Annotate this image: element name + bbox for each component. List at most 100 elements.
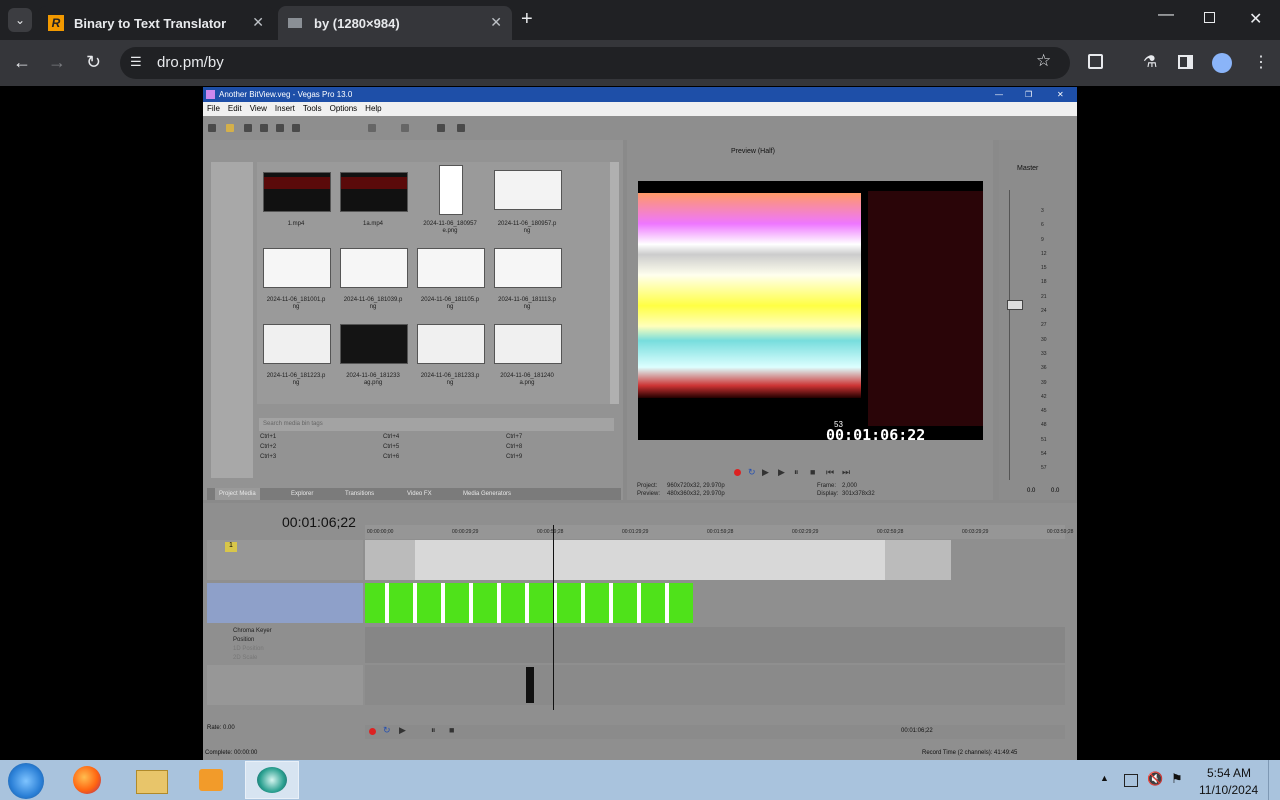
show-desktop-button[interactable] bbox=[1268, 760, 1280, 800]
video-clip-cursors[interactable] bbox=[365, 583, 693, 623]
shortcut-label[interactable]: Ctrl+4 bbox=[383, 434, 399, 440]
network-icon[interactable] bbox=[1124, 774, 1138, 787]
go-to-end-icon[interactable]: ⏭ bbox=[842, 467, 850, 478]
undo-icon[interactable] bbox=[368, 124, 376, 132]
menu-options[interactable]: Options bbox=[330, 104, 358, 113]
time-ruler[interactable]: 00:00:00;00 00:00:29;29 00:00:59;28 00:0… bbox=[365, 525, 1073, 539]
small-clip[interactable] bbox=[526, 667, 534, 703]
new-project-icon[interactable] bbox=[208, 124, 216, 132]
record-icon[interactable] bbox=[369, 728, 376, 735]
bookmark-star-icon[interactable]: ☆ bbox=[1036, 51, 1051, 71]
track-lane-1[interactable] bbox=[365, 540, 951, 580]
start-button[interactable] bbox=[8, 763, 44, 799]
menu-view[interactable]: View bbox=[250, 104, 267, 113]
fader-handle[interactable] bbox=[1007, 300, 1023, 310]
playhead-line[interactable] bbox=[553, 525, 554, 710]
media-thumb[interactable] bbox=[340, 324, 408, 364]
reload-icon[interactable]: ↻ bbox=[86, 52, 101, 73]
pause-icon[interactable]: ⏸ bbox=[431, 725, 436, 736]
shortcut-label[interactable]: Ctrl+6 bbox=[383, 454, 399, 460]
minimize-icon[interactable]: — bbox=[1158, 6, 1174, 24]
shortcut-label[interactable]: Ctrl+3 bbox=[260, 454, 276, 460]
media-thumb[interactable] bbox=[494, 324, 562, 364]
clock-date[interactable]: 11/10/2024 bbox=[1199, 783, 1258, 797]
play-icon[interactable]: ▶ bbox=[778, 467, 785, 478]
back-arrow-icon[interactable]: ← bbox=[13, 52, 31, 73]
site-settings-icon[interactable]: ☰ bbox=[130, 54, 142, 70]
tab-transitions[interactable]: Transitions bbox=[345, 488, 374, 500]
tab-explorer[interactable]: Explorer bbox=[291, 488, 313, 500]
tab-media-generators[interactable]: Media Generators bbox=[463, 488, 511, 500]
fx-line[interactable]: 1D Position bbox=[233, 645, 363, 654]
media-thumb[interactable] bbox=[439, 165, 463, 215]
save-as-icon[interactable] bbox=[260, 124, 268, 132]
shortcut-label[interactable]: Ctrl+7 bbox=[506, 434, 522, 440]
media-thumb[interactable] bbox=[340, 172, 408, 212]
track-lane-3[interactable] bbox=[365, 665, 1065, 705]
record-icon[interactable] bbox=[734, 469, 741, 476]
tray-overflow-icon[interactable]: ▲ bbox=[1100, 773, 1109, 783]
window-close-icon[interactable]: ✕ bbox=[1249, 9, 1262, 29]
tab-video-fx[interactable]: Video FX bbox=[407, 488, 432, 500]
preview-mode-select[interactable]: Preview (Half) bbox=[731, 148, 775, 155]
preview-frame[interactable]: 53 00:01:06;22 bbox=[638, 181, 983, 440]
shortcut-label[interactable]: Ctrl+9 bbox=[506, 454, 522, 460]
menu-edit[interactable]: Edit bbox=[228, 104, 242, 113]
address-bar[interactable]: ☰ dro.pm/by ☆ bbox=[120, 47, 1070, 79]
media-thumb[interactable] bbox=[417, 248, 485, 288]
redo-icon[interactable] bbox=[401, 124, 409, 132]
vegas-close-icon[interactable]: ✕ bbox=[1057, 87, 1064, 102]
volume-muted-icon[interactable]: 🔇 bbox=[1147, 771, 1163, 787]
fx-line[interactable]: 2D Scale bbox=[233, 654, 363, 663]
side-panel-icon[interactable] bbox=[1178, 55, 1193, 69]
volume-fader[interactable] bbox=[1009, 190, 1028, 480]
envelope-lane[interactable] bbox=[365, 627, 1065, 663]
close-icon[interactable]: ✕ bbox=[252, 14, 264, 31]
taskbar-explorer[interactable] bbox=[124, 761, 178, 799]
track-header-3[interactable] bbox=[207, 665, 363, 705]
go-to-start-icon[interactable]: ⏮ bbox=[826, 467, 834, 478]
media-thumb[interactable] bbox=[263, 172, 331, 212]
forward-arrow-icon[interactable]: → bbox=[48, 52, 66, 73]
settings-gear-icon[interactable] bbox=[437, 124, 445, 132]
loop-icon[interactable]: ↻ bbox=[748, 467, 756, 478]
media-thumb[interactable] bbox=[494, 248, 562, 288]
clock-time[interactable]: 5:54 AM bbox=[1207, 766, 1251, 780]
media-thumb[interactable] bbox=[417, 324, 485, 364]
taskbar-vegas-active[interactable] bbox=[245, 761, 299, 799]
media-scrollbar[interactable] bbox=[610, 162, 619, 404]
taskbar-firefox[interactable] bbox=[61, 761, 115, 799]
menu-insert[interactable]: Insert bbox=[275, 104, 295, 113]
properties-icon[interactable] bbox=[292, 124, 300, 132]
close-icon[interactable]: ✕ bbox=[490, 14, 502, 31]
action-center-flag-icon[interactable]: ⚑ bbox=[1171, 771, 1183, 787]
vegas-minimize-icon[interactable]: — bbox=[995, 87, 1003, 102]
extensions-puzzle-icon[interactable] bbox=[1088, 54, 1103, 69]
shortcut-label[interactable]: Ctrl+1 bbox=[260, 434, 276, 440]
media-search-input[interactable]: Search media bin tags bbox=[259, 418, 614, 431]
fx-line[interactable]: Chroma Keyer bbox=[233, 627, 363, 636]
shortcut-label[interactable]: Ctrl+8 bbox=[506, 444, 522, 450]
tab-project-media[interactable]: Project Media bbox=[215, 488, 260, 500]
open-folder-icon[interactable] bbox=[226, 124, 234, 132]
help-icon[interactable] bbox=[457, 124, 465, 132]
tab-binary-translator[interactable]: R Binary to Text Translator ✕ bbox=[38, 6, 274, 40]
play-icon[interactable]: ▶ bbox=[399, 725, 406, 736]
menu-tools[interactable]: Tools bbox=[303, 104, 322, 113]
tab-image-by[interactable]: by (1280×984) ✕ bbox=[278, 6, 512, 40]
media-thumb[interactable] bbox=[263, 248, 331, 288]
taskbar-media-player[interactable] bbox=[185, 761, 239, 799]
stop-icon[interactable]: ■ bbox=[449, 725, 454, 735]
media-thumb[interactable] bbox=[263, 324, 331, 364]
restore-icon[interactable] bbox=[1204, 12, 1215, 23]
render-icon[interactable] bbox=[276, 124, 284, 132]
menu-dots-icon[interactable]: ⋮ bbox=[1253, 52, 1269, 72]
tab-search-button[interactable]: ⌄ bbox=[8, 8, 32, 32]
vegas-maximize-icon[interactable]: ❐ bbox=[1025, 87, 1032, 102]
play-from-start-icon[interactable]: ▶ bbox=[762, 467, 769, 478]
new-tab-plus-icon[interactable]: + bbox=[521, 8, 533, 31]
track-header-1[interactable]: 1 bbox=[207, 540, 363, 580]
profile-avatar[interactable] bbox=[1212, 53, 1232, 73]
stop-icon[interactable]: ■ bbox=[810, 467, 815, 477]
track-header-2[interactable] bbox=[207, 583, 363, 623]
